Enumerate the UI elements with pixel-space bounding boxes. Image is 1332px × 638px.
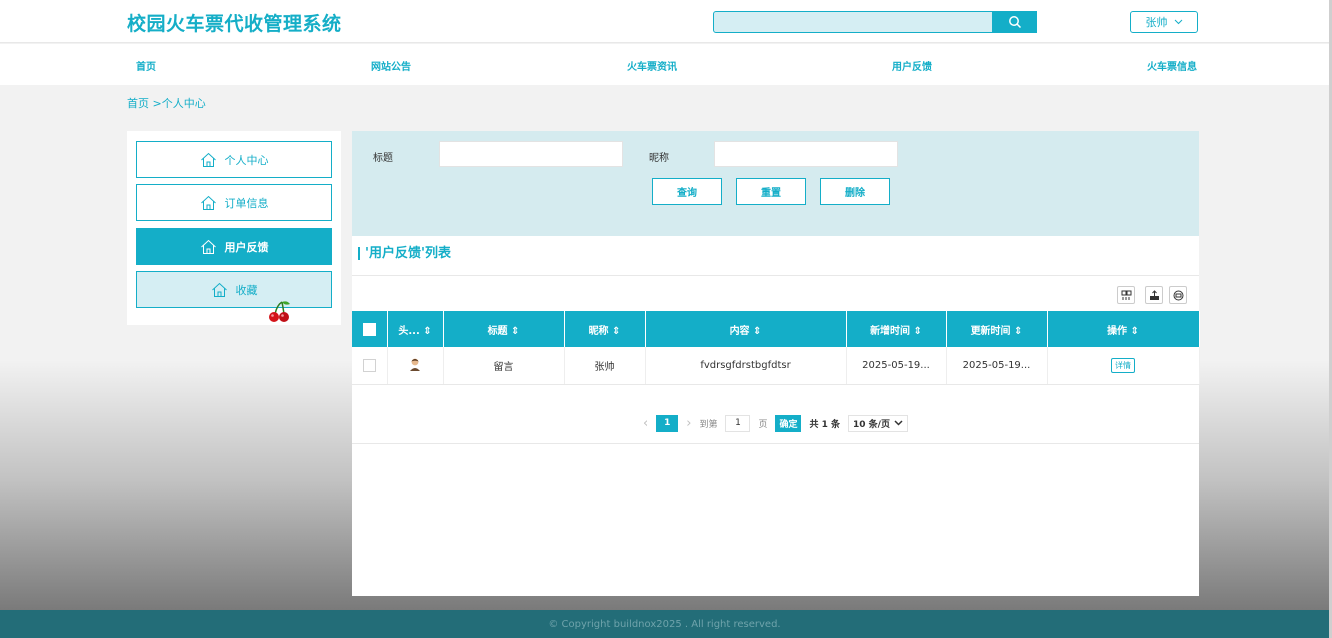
main-nav: 首页 网站公告 火车票资讯 用户反馈 火车票信息 [0,44,1329,85]
sidebar-item-label: 用户反馈 [224,240,269,254]
title-filter-label: 标题 [373,153,393,164]
nickname-cell: 张帅 [564,347,646,385]
breadcrumb[interactable]: 首页 >个人中心 [127,95,206,111]
table-header-row: 头... ⇕ 标题 ⇕ 昵称 ⇕ 内容 ⇕ 新增时间 ⇕ 更新时间 ⇕ 操作 ⇕ [352,311,1200,347]
nickname-filter-label: 昵称 [649,153,669,164]
sort-icon: ⇕ [1130,325,1139,337]
pagination: ‹ 1 › 到第 1 页 确定 共 1 条 10 条/页 [352,403,1199,444]
sort-icon: ⇕ [913,325,922,337]
goto-confirm-button[interactable]: 确定 [775,414,802,432]
site-title: 校园火车票代收管理系统 [127,13,342,35]
sort-icon: ⇕ [423,325,432,337]
nav-announcement[interactable]: 网站公告 [371,58,411,73]
column-header-content[interactable]: 内容 ⇕ [645,311,847,347]
sidebar-item-label: 个人中心 [224,153,269,167]
table-row: 留言 张帅 fvdrsgfdrstbgfdtsr 2025-05-19... 2… [352,347,1200,385]
content-cell: fvdrsgfdrstbgfdtsr [645,347,847,385]
sidebar-item-feedback[interactable]: 用户反馈 [136,228,332,265]
print-icon[interactable] [1169,286,1187,304]
search-icon [1009,16,1022,29]
select-all-checkbox[interactable] [362,322,376,336]
search-button[interactable] [993,11,1037,33]
sort-icon: ⇕ [1014,325,1023,337]
page-unit-label: 页 [758,419,768,430]
home-icon [200,152,216,167]
column-header-nickname[interactable]: 昵称 ⇕ [564,311,646,347]
sidebar-item-favorites[interactable]: 收藏 [136,271,332,308]
column-header-updated[interactable]: 更新时间 ⇕ [946,311,1048,347]
page-size-select[interactable]: 10 条/页 [848,414,908,432]
created-time-cell: 2025-05-19... [846,347,947,385]
home-icon [200,195,216,210]
cherry-cursor-icon [269,301,290,322]
current-page[interactable]: 1 [656,414,679,432]
action-cell: 详情 [1047,347,1200,385]
nav-feedback[interactable]: 用户反馈 [892,58,932,73]
user-dropdown[interactable]: 张帅 [1130,11,1198,33]
feedback-list-panel: '用户反馈'列表 头... ⇕ 标题 ⇕ 昵称 ⇕ 内容 ⇕ 新增时间 ⇕ 更新… [352,236,1200,596]
export-icon[interactable] [1145,286,1163,304]
home-icon [211,282,227,297]
column-header-avatar[interactable]: 头... ⇕ [387,311,444,347]
row-checkbox[interactable] [362,358,376,372]
nav-home[interactable]: 首页 [136,58,156,73]
nickname-filter-input[interactable] [714,141,898,167]
nav-ticket-news[interactable]: 火车票资讯 [627,58,677,73]
user-name: 张帅 [1145,16,1168,29]
list-title: '用户反馈'列表 [358,247,451,260]
sort-icon: ⇕ [753,325,762,337]
sidebar-item-orders[interactable]: 订单信息 [136,184,332,221]
total-count: 共 1 条 [809,419,841,430]
detail-button[interactable]: 详情 [1111,357,1135,373]
sidebar-item-label: 订单信息 [224,196,269,210]
chevron-down-icon [1174,19,1182,25]
title-cell: 留言 [443,347,565,385]
goto-label: 到第 [699,419,718,430]
sidebar: 个人中心 订单信息 用户反馈 收藏 [127,131,341,325]
sort-icon: ⇕ [511,325,520,337]
sidebar-item-profile[interactable]: 个人中心 [136,141,332,178]
avatar-cell [387,347,444,385]
select-all-cell [352,311,388,347]
page-number-input[interactable]: 1 [725,414,751,432]
search-input[interactable] [713,11,993,33]
filter-panel: 标题 昵称 查询 重置 删除 [352,131,1199,236]
feedback-table: 头... ⇕ 标题 ⇕ 昵称 ⇕ 内容 ⇕ 新增时间 ⇕ 更新时间 ⇕ 操作 ⇕… [352,311,1200,385]
delete-button[interactable]: 删除 [820,178,890,205]
sort-icon: ⇕ [612,325,621,337]
reset-button[interactable]: 重置 [736,178,806,205]
avatar [410,358,420,371]
query-button[interactable]: 查询 [652,178,722,205]
chevron-down-icon [894,420,903,426]
footer: © Copyright buildnox2025 . All right res… [0,610,1329,638]
top-header: 校园火车票代收管理系统 张帅 [0,0,1329,43]
columns-icon[interactable] [1117,286,1135,304]
next-page-button[interactable]: › [686,416,691,431]
row-select-cell [352,347,388,385]
home-icon [200,239,216,254]
column-header-created[interactable]: 新增时间 ⇕ [846,311,947,347]
title-filter-input[interactable] [439,141,623,167]
nav-ticket-info[interactable]: 火车票信息 [1147,58,1197,73]
sidebar-item-label: 收藏 [235,283,258,297]
column-header-actions[interactable]: 操作 ⇕ [1047,311,1200,347]
prev-page-button[interactable]: ‹ [643,416,648,431]
column-header-title[interactable]: 标题 ⇕ [443,311,565,347]
updated-time-cell: 2025-05-19... [946,347,1048,385]
list-header: '用户反馈'列表 [352,236,1199,276]
